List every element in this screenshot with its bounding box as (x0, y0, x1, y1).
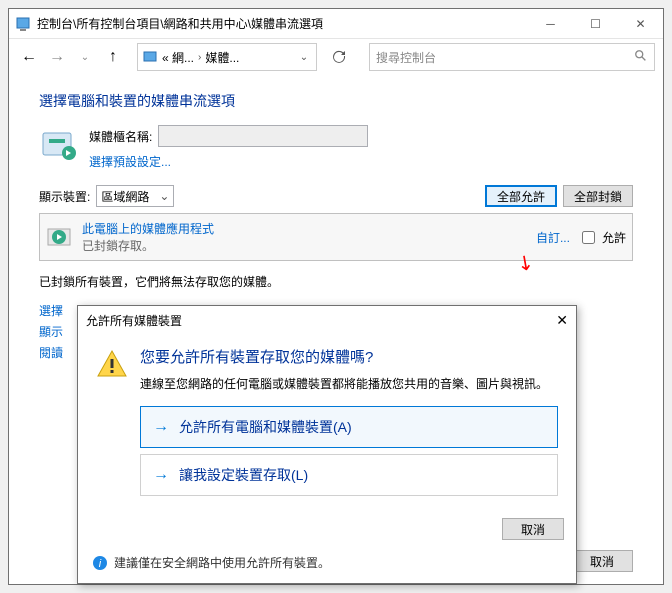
dialog-cancel-button[interactable]: 取消 (502, 518, 564, 540)
dialog-titlebar: 允許所有媒體裝置 ✕ (78, 306, 576, 334)
title-bar: 控制台\所有控制台項目\網路和共用中心\媒體串流選項 ─ ☐ ✕ (9, 9, 663, 39)
warning-icon (96, 348, 128, 380)
allow-checkbox[interactable] (582, 231, 595, 244)
refresh-button[interactable] (325, 43, 353, 71)
arrow-right-icon: → (153, 466, 169, 484)
show-devices-combo[interactable]: 區域網路 (96, 185, 174, 207)
chevron-right-icon: › (198, 52, 201, 63)
device-panel: 此電腦上的媒體應用程式 已封鎖存取。 自訂... 允許 (39, 213, 633, 261)
allow-label: 允許 (602, 229, 626, 246)
allow-all-dialog: 允許所有媒體裝置 ✕ 您要允許所有裝置存取您的媒體嗎? 連線至您網路的任何電腦或… (77, 305, 577, 584)
address-dropdown[interactable]: ⌄ (296, 52, 312, 63)
media-library-icon (39, 125, 79, 165)
search-icon (634, 49, 648, 66)
device-status: 已封鎖存取。 (82, 237, 528, 254)
app-icon (15, 16, 31, 32)
dialog-info: 連線至您網路的任何電腦或媒體裝置都將能播放您共用的音樂、圖片與視訊。 (140, 375, 558, 392)
dialog-close-button[interactable]: ✕ (556, 312, 568, 329)
search-placeholder: 搜尋控制台 (376, 49, 436, 66)
minimize-button[interactable]: ─ (528, 9, 573, 38)
show-devices-label: 顯示裝置: (39, 188, 90, 205)
window-title: 控制台\所有控制台項目\網路和共用中心\媒體串流選項 (37, 15, 528, 32)
cancel-button[interactable]: 取消 (571, 550, 633, 572)
search-box[interactable]: 搜尋控制台 (369, 43, 655, 71)
close-button[interactable]: ✕ (618, 9, 663, 38)
media-name-label: 媒體櫃名稱: (89, 128, 152, 145)
choice-allow-all[interactable]: → 允許所有電腦和媒體裝置(A) (140, 406, 558, 448)
up-button[interactable]: ↑ (101, 45, 125, 69)
device-custom-link[interactable]: 自訂... (536, 229, 570, 246)
device-icon (46, 223, 74, 251)
forward-button[interactable]: → (45, 45, 69, 69)
crumb[interactable]: « 網... (162, 49, 194, 66)
back-button[interactable]: ← (17, 45, 41, 69)
info-icon: i (92, 555, 108, 571)
allow-all-button[interactable]: 全部允許 (485, 185, 557, 207)
maximize-button[interactable]: ☐ (573, 9, 618, 38)
dialog-hint: 建議僅在安全網路中使用允許所有裝置。 (114, 554, 330, 571)
dialog-title: 允許所有媒體裝置 (86, 312, 182, 329)
blocked-message: 已封鎖所有裝置，它們將無法存取您的媒體。 (39, 273, 633, 290)
page-heading: 選擇電腦和裝置的媒體串流選項 (39, 91, 633, 111)
block-all-button[interactable]: 全部封鎖 (563, 185, 633, 207)
nav-bar: ← → ⌄ ↑ « 網... › 媒體... ⌄ 搜尋控制台 (9, 39, 663, 75)
crumb[interactable]: 媒體... (205, 49, 239, 66)
device-name[interactable]: 此電腦上的媒體應用程式 (82, 220, 528, 237)
choice-custom[interactable]: → 讓我設定裝置存取(L) (140, 454, 558, 496)
preset-link[interactable]: 選擇預設設定... (89, 155, 171, 169)
address-icon (142, 49, 158, 65)
address-bar[interactable]: « 網... › 媒體... ⌄ (137, 43, 317, 71)
recent-dropdown[interactable]: ⌄ (73, 45, 97, 69)
arrow-right-icon: → (153, 418, 169, 436)
dialog-question: 您要允許所有裝置存取您的媒體嗎? (140, 346, 558, 367)
media-name-input[interactable] (158, 125, 368, 147)
